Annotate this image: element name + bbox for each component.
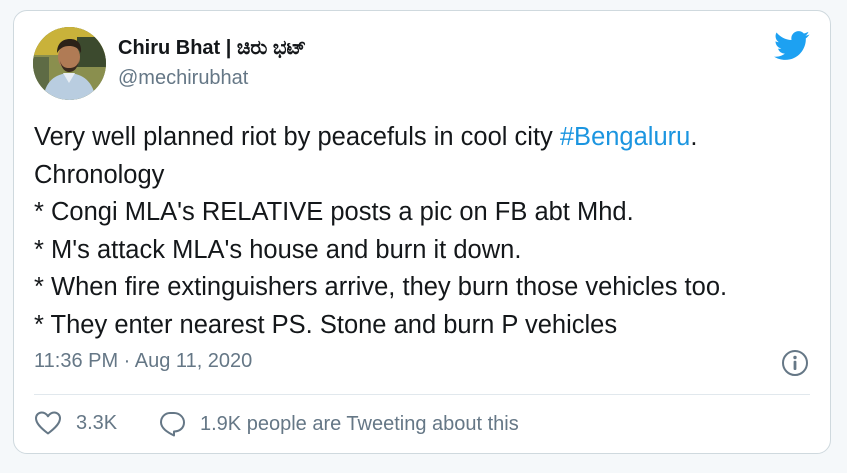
avatar-photo <box>33 27 106 100</box>
like-button[interactable]: 3.3K <box>34 410 117 436</box>
tweet-line-1: Very well planned riot by peacefuls in c… <box>34 119 824 157</box>
avatar[interactable] <box>33 27 106 100</box>
divider <box>34 394 810 395</box>
tweet-line-4: * M's attack MLA's house and burn it dow… <box>34 235 522 264</box>
tweet-line-1-text: Very well planned riot by peacefuls in c… <box>34 123 560 151</box>
tweet-line-5: * When fire extinguishers arrive, they b… <box>34 273 728 301</box>
twitter-bird-icon[interactable] <box>774 31 810 61</box>
tweet-line-3: * Congi MLA's RELATIVE posts a pic on FB… <box>34 198 634 226</box>
discussion-text: 1.9K people are Tweeting about this <box>200 412 519 435</box>
author-name[interactable]: Chiru Bhat | ಚಿರು ಭಟ್ <box>118 37 306 60</box>
tweet-card[interactable]: Chiru Bhat | ಚಿರು ಭಟ್ @mechirubhat Very … <box>13 10 831 454</box>
like-count: 3.3K <box>76 411 118 434</box>
info-icon[interactable] <box>781 349 809 377</box>
author-handle[interactable]: @mechirubhat <box>118 67 248 90</box>
speech-bubble-icon <box>160 412 185 437</box>
tweet-line-1-end: . <box>690 123 698 151</box>
hashtag-link[interactable]: #Bengaluru <box>560 123 690 151</box>
tweet-timestamp[interactable]: 11:36 PM · Aug 11, 2020 <box>34 350 252 373</box>
tweet-text: Very well planned riot by peacefuls in c… <box>34 119 824 344</box>
discussion-link[interactable]: 1.9K people are Tweeting about this <box>158 410 519 438</box>
tweet-line-6: * They enter nearest PS. Stone and burn … <box>34 310 618 339</box>
heart-icon <box>35 411 61 435</box>
tweet-line-2: Chronology <box>34 160 165 189</box>
